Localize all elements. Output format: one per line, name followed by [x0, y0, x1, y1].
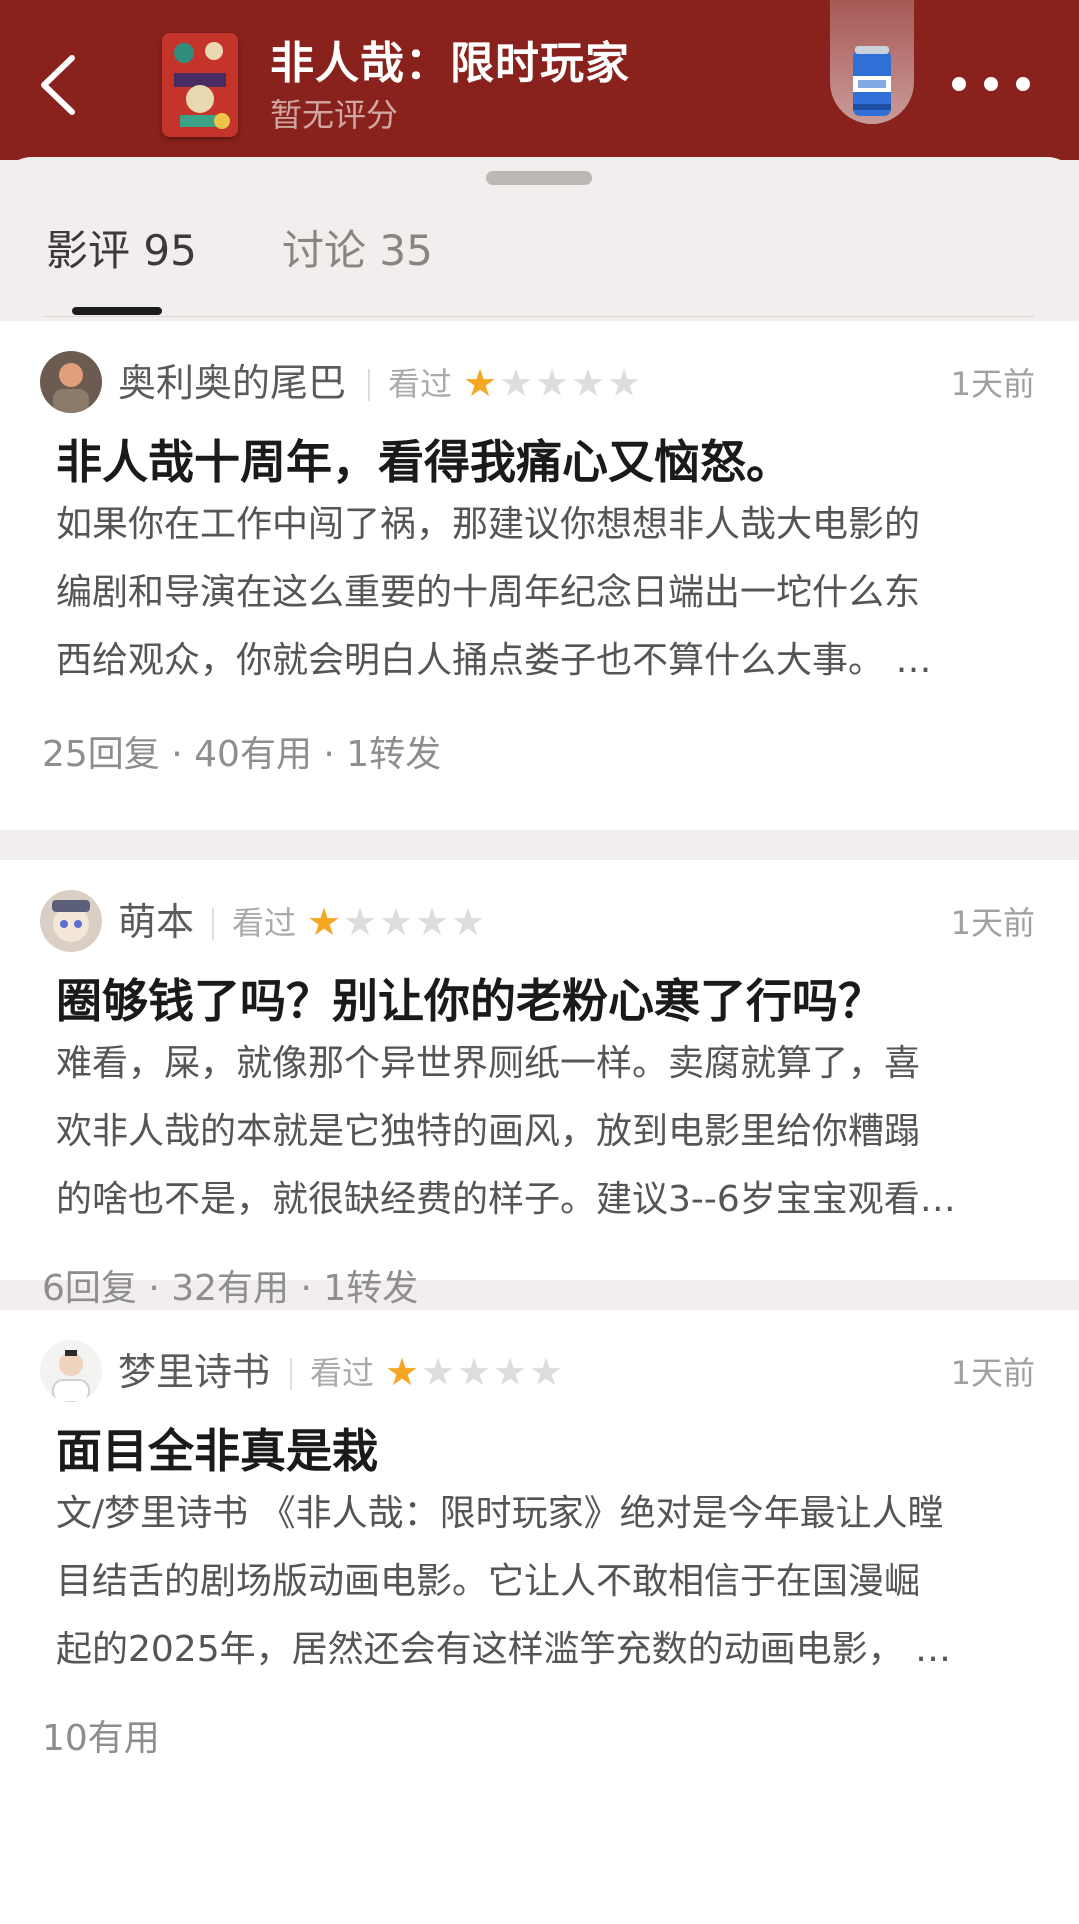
app-header: 非人哉：限时玩家 暂无评分 — [0, 0, 1079, 160]
star-rating: ★ ★ ★ ★ ★ — [306, 898, 486, 946]
star-filled-icon: ★ — [384, 1350, 420, 1394]
review-line: 难看，屎，就像那个异世界厕纸一样。卖腐就算了，喜 — [56, 1043, 921, 1084]
review-line: 的啥也不是，就很缺经费的样子。建议3--6岁宝宝观看… — [56, 1179, 956, 1220]
review-author[interactable]: 奥利奥的尾巴 — [118, 359, 346, 407]
star-empty-icon: ★ — [342, 900, 378, 944]
star-rating: ★ ★ ★ ★ ★ — [462, 359, 642, 407]
poster-art-icon — [162, 33, 238, 137]
review-line: 欢非人哉的本就是它独特的画风，放到电影里给你糟蹋 — [56, 1111, 921, 1152]
star-empty-icon: ★ — [606, 361, 642, 405]
movie-info: 非人哉：限时玩家 暂无评分 — [270, 36, 810, 136]
review-body[interactable]: 文/梦里诗书 《非人哉：限时玩家》绝对是今年最让人瞠 目结舌的剧场版动画电影。它… — [56, 1480, 1016, 1684]
review-stats: 25回复 · 40有用 · 1转发 — [42, 734, 442, 775]
reviews-sheet: 影评 95 讨论 35 奥利奥的尾巴 看过 ★ ★ ★ ★ ★ 1天前 非人哉十… — [0, 157, 1079, 1924]
tabs-divider — [44, 316, 1034, 317]
user-avatar-icon — [40, 890, 102, 952]
review-body[interactable]: 如果你在工作中闯了祸，那建议你想想非人哉大电影的 编剧和导演在这么重要的十周年纪… — [56, 491, 1016, 695]
star-filled-icon: ★ — [462, 361, 498, 405]
review-stats: 6回复 · 32有用 · 1转发 — [42, 1268, 419, 1309]
watch-status: 看过 — [232, 904, 297, 942]
dot-icon — [984, 77, 998, 91]
review-time: 1天前 — [950, 365, 1035, 403]
back-button[interactable] — [36, 50, 86, 120]
user-avatar-icon — [40, 351, 102, 413]
review-card[interactable]: 梦里诗书 看过 ★ ★ ★ ★ ★ 1天前 面目全非真是栽 文/梦里诗书 《非人… — [0, 1310, 1079, 1924]
review-title[interactable]: 面目全非真是栽 — [56, 1420, 378, 1482]
review-title[interactable]: 圈够钱了吗？别让你的老粉心寒了行吗？ — [56, 970, 884, 1032]
watch-status: 看过 — [388, 365, 453, 403]
star-empty-icon: ★ — [528, 1350, 564, 1394]
review-line: 如果你在工作中闯了祸，那建议你想想非人哉大电影的 — [56, 504, 921, 545]
star-empty-icon: ★ — [420, 1350, 456, 1394]
movie-rating: 暂无评分 — [270, 96, 399, 134]
star-empty-icon: ★ — [492, 1350, 528, 1394]
beer-button[interactable] — [830, 0, 914, 124]
watch-status: 看过 — [310, 1354, 375, 1392]
star-empty-icon: ★ — [378, 900, 414, 944]
star-empty-icon: ★ — [450, 900, 486, 944]
review-stats: 10有用 — [42, 1718, 160, 1759]
tab-reviews[interactable]: 影评 95 — [46, 223, 197, 279]
movie-poster[interactable] — [162, 33, 238, 137]
active-tab-indicator — [72, 307, 162, 315]
review-card[interactable]: 奥利奥的尾巴 看过 ★ ★ ★ ★ ★ 1天前 非人哉十周年，看得我痛心又恼怒。… — [0, 321, 1079, 830]
review-author[interactable]: 萌本 — [118, 898, 194, 946]
review-line: 文/梦里诗书 《非人哉：限时玩家》绝对是今年最让人瞠 — [56, 1493, 944, 1534]
avatar[interactable] — [40, 351, 102, 413]
review-time: 1天前 — [950, 1354, 1035, 1392]
user-avatar-icon — [40, 1340, 102, 1402]
dot-icon — [952, 77, 966, 91]
divider — [368, 369, 370, 401]
star-empty-icon: ★ — [570, 361, 606, 405]
review-body[interactable]: 难看，屎，就像那个异世界厕纸一样。卖腐就算了，喜 欢非人哉的本就是它独特的画风，… — [56, 1030, 1016, 1234]
review-line: 西给观众，你就会明白人捅点娄子也不算什么大事。 … — [56, 640, 932, 681]
star-empty-icon: ★ — [414, 900, 450, 944]
divider — [290, 1358, 292, 1390]
dot-icon — [1016, 77, 1030, 91]
tab-discussions[interactable]: 讨论 35 — [282, 223, 433, 279]
chevron-left-icon — [41, 55, 75, 115]
review-line: 编剧和导演在这么重要的十周年纪念日端出一坨什么东 — [56, 572, 921, 613]
drag-handle[interactable] — [486, 171, 592, 185]
review-time: 1天前 — [950, 904, 1035, 942]
star-filled-icon: ★ — [306, 900, 342, 944]
review-card[interactable]: 萌本 看过 ★ ★ ★ ★ ★ 1天前 圈够钱了吗？别让你的老粉心寒了行吗？ 难… — [0, 860, 1079, 1309]
review-author[interactable]: 梦里诗书 — [118, 1348, 270, 1396]
review-line: 目结舌的剧场版动画电影。它让人不敢相信于在国漫崛 — [56, 1561, 921, 1602]
star-rating: ★ ★ ★ ★ ★ — [384, 1348, 564, 1396]
star-empty-icon: ★ — [498, 361, 534, 405]
more-button[interactable] — [946, 62, 1056, 108]
review-line: 起的2025年，居然还会有这样滥竽充数的动画电影， … — [56, 1629, 952, 1670]
movie-title: 非人哉：限时玩家 — [270, 38, 630, 89]
star-empty-icon: ★ — [534, 361, 570, 405]
beer-can-icon — [853, 46, 891, 116]
divider — [212, 908, 214, 940]
avatar[interactable] — [40, 1340, 102, 1402]
star-empty-icon: ★ — [456, 1350, 492, 1394]
avatar[interactable] — [40, 890, 102, 952]
review-title[interactable]: 非人哉十周年，看得我痛心又恼怒。 — [56, 431, 792, 493]
